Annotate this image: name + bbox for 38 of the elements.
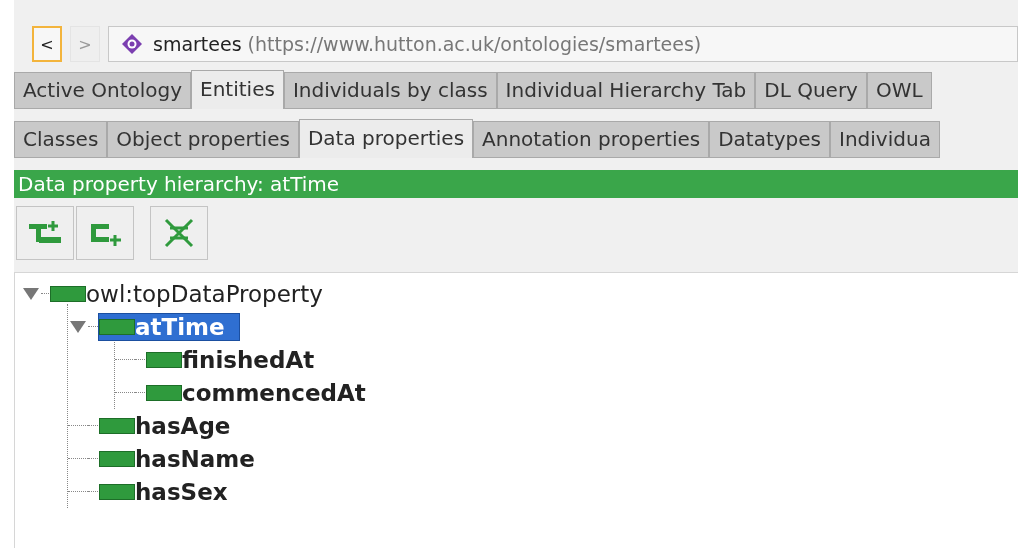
data-property-icon — [50, 285, 86, 302]
main-tab[interactable]: Entities — [191, 70, 284, 109]
expand-toggle-icon[interactable] — [68, 319, 88, 334]
ontology-icon — [121, 33, 143, 55]
toolbar-button[interactable] — [76, 206, 134, 260]
tree-item[interactable]: atTime — [98, 312, 240, 341]
data-property-icon — [146, 384, 182, 401]
toolbar-button[interactable] — [150, 206, 208, 260]
main-tab[interactable]: DL Query — [755, 72, 867, 109]
expand-toggle-icon[interactable] — [21, 286, 41, 301]
ontology-name: smartees — [153, 33, 242, 55]
data-property-icon — [99, 450, 135, 467]
data-property-icon — [99, 318, 135, 335]
view-header: Data property hierarchy: atTime — [14, 170, 1018, 198]
delete-icon — [162, 216, 196, 250]
entity-tab[interactable]: Individua — [830, 121, 940, 158]
tree-item[interactable]: hasName — [98, 444, 256, 473]
address-field[interactable]: smartees (https://www.hutton.ac.uk/ontologies/smartees) — [108, 26, 1018, 62]
tree-item[interactable]: hasSex — [98, 477, 229, 506]
main-tab[interactable]: OWL — [866, 72, 932, 109]
data-property-icon — [146, 351, 182, 368]
entity-tab[interactable]: Classes — [14, 121, 108, 158]
main-tab[interactable]: Individual Hierarchy Tab — [496, 72, 756, 109]
entity-tab[interactable]: Annotation properties — [473, 121, 710, 158]
tree-item[interactable]: finishedAt — [145, 345, 316, 374]
ontology-iri: (https://www.hutton.ac.uk/ontologies/smartees) — [247, 33, 702, 55]
data-property-icon — [99, 483, 135, 500]
tree-item[interactable]: hasAge — [98, 411, 232, 440]
main-tab[interactable]: Individuals by class — [283, 72, 497, 109]
toolbar-button[interactable] — [16, 206, 74, 260]
entity-tab[interactable]: Datatypes — [709, 121, 831, 158]
tree-item[interactable]: commencedAt — [145, 378, 367, 407]
back-button[interactable]: < — [32, 26, 62, 62]
tree-item[interactable]: owl:topDataProperty — [49, 279, 324, 308]
data-property-icon — [99, 417, 135, 434]
main-tab[interactable]: Active Ontology — [14, 72, 192, 109]
entity-tab[interactable]: Object properties — [107, 121, 299, 158]
entity-tab[interactable]: Data properties — [298, 119, 474, 158]
